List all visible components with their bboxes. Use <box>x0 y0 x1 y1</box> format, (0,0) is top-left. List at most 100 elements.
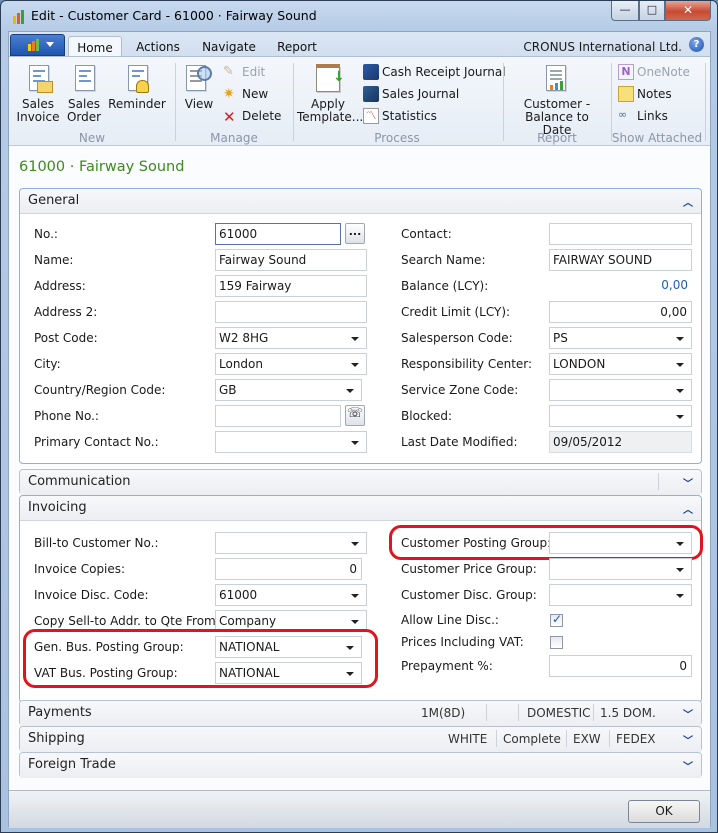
chevron-down-icon[interactable]: ﹀ <box>683 758 693 773</box>
chevron-up-icon[interactable]: ︿ <box>683 194 693 209</box>
ribbon: Sales Invoice Sales Order Reminder New V… <box>9 56 710 146</box>
no-field[interactable]: 61000 <box>215 223 341 245</box>
customer-price-group-field[interactable] <box>549 558 692 580</box>
fasttab-communication[interactable]: Communication ﹀ <box>19 469 702 495</box>
chevron-down-icon[interactable]: ﹀ <box>683 475 693 490</box>
search-name-field[interactable]: FAIRWAY SOUND <box>549 249 692 271</box>
maximize-icon: □ <box>646 3 658 16</box>
country-region-code-field[interactable]: GB <box>215 379 362 401</box>
group-separator <box>611 63 612 141</box>
dropdown-arrow-icon[interactable] <box>676 415 684 419</box>
balance-lcy-value[interactable]: 0,00 <box>549 275 692 297</box>
shipping-summary-agent: FEDEX <box>616 732 656 746</box>
dropdown-arrow-icon[interactable] <box>676 337 684 341</box>
dropdown-arrow-icon[interactable] <box>351 337 359 341</box>
phone-dial-icon[interactable]: ☏ <box>345 405 365 426</box>
notes-button[interactable]: Notes <box>618 85 672 103</box>
blocked-field[interactable] <box>549 405 692 427</box>
new-button[interactable]: ✷ New <box>223 85 268 103</box>
customer-balance-to-date-button[interactable]: Customer - Balance to Date <box>509 63 605 137</box>
group-separator <box>293 63 294 141</box>
group-label-show-attached: Show Attached <box>611 131 703 145</box>
name-field[interactable]: Fairway Sound <box>215 249 367 271</box>
customer-disc-group-field[interactable] <box>549 584 692 606</box>
fasttab-foreign-trade[interactable]: Foreign Trade ﹀ <box>19 752 702 778</box>
maximize-button[interactable]: □ <box>639 1 665 21</box>
sales-invoice-button[interactable]: Sales Invoice <box>15 63 61 124</box>
dropdown-arrow-icon[interactable] <box>676 363 684 367</box>
fasttab-general-header[interactable]: General ︿ <box>20 189 701 214</box>
shipping-summary-advice: Complete <box>503 732 561 746</box>
bill-to-customer-no-field[interactable] <box>215 532 367 554</box>
city-field[interactable]: London <box>215 353 367 375</box>
group-label-report: Report <box>537 131 577 145</box>
group-label-manage: Manage <box>210 131 258 145</box>
statistics-button[interactable]: 〽 Statistics <box>363 107 437 125</box>
tab-navigate[interactable]: Navigate <box>197 36 261 56</box>
payments-summary-terms: 1M(8D) <box>421 706 466 720</box>
cash-receipt-journal-button[interactable]: Cash Receipt Journal <box>363 63 506 81</box>
address-2-field[interactable] <box>215 301 367 323</box>
group-label-process: Process <box>374 131 420 145</box>
address-field[interactable]: 159 Fairway <box>215 275 367 297</box>
allow-line-disc-checkbox[interactable] <box>550 612 563 627</box>
dynamics-logo-icon <box>28 39 39 51</box>
dropdown-arrow-icon[interactable] <box>351 542 359 546</box>
new-document-icon: ✷ <box>223 86 235 102</box>
credit-limit-lcy-field[interactable]: 0,00 <box>549 301 692 323</box>
responsibility-center-field[interactable]: LONDON <box>549 353 692 375</box>
apply-template-button[interactable]: ↓ Apply Template... <box>297 63 363 124</box>
dropdown-arrow-icon[interactable] <box>346 389 354 393</box>
service-zone-code-field[interactable] <box>549 379 692 401</box>
view-button[interactable]: View <box>181 63 217 111</box>
dropdown-arrow-icon[interactable] <box>676 568 684 572</box>
no-assist-button[interactable]: ... <box>345 223 365 244</box>
minimize-button[interactable]: — <box>611 1 639 21</box>
dropdown-arrow-icon[interactable] <box>676 594 684 598</box>
contact-field[interactable] <box>549 223 692 245</box>
phone-no-field[interactable] <box>215 405 341 427</box>
close-icon: ✕ <box>682 3 694 17</box>
dynamics-logo-icon <box>13 10 24 24</box>
fasttab-general: General ︿ No.: 61000 ... Name: Fairway So… <box>19 188 702 464</box>
tab-actions[interactable]: Actions <box>129 36 187 56</box>
dropdown-arrow-icon[interactable] <box>351 441 359 445</box>
reminder-button[interactable]: Reminder <box>108 63 166 111</box>
invoice-copies-field[interactable]: 0 <box>215 558 362 580</box>
chevron-down-icon[interactable]: ﹀ <box>683 732 693 747</box>
help-icon[interactable]: ? <box>689 37 704 52</box>
fasttab-invoicing-header[interactable]: Invoicing ︿ <box>20 496 701 521</box>
notes-icon <box>618 86 634 102</box>
chevron-down-icon[interactable]: ﹀ <box>683 706 693 721</box>
highlight-customer-posting-group <box>389 525 703 560</box>
group-separator <box>503 63 504 141</box>
prices-including-vat-checkbox[interactable] <box>550 636 563 649</box>
sales-order-button[interactable]: Sales Order <box>63 63 105 124</box>
company-name: CRONUS International Ltd. <box>523 40 682 54</box>
delete-button[interactable]: ✕ Delete <box>223 107 281 126</box>
dropdown-arrow-icon[interactable] <box>351 594 359 598</box>
post-code-field[interactable]: W2 8HG <box>215 327 367 349</box>
fasttab-shipping[interactable]: Shipping WHITE Complete EXW FEDEX ﹀ <box>19 726 702 752</box>
prepayment-percent-field[interactable]: 0 <box>549 655 692 677</box>
close-button[interactable]: ✕ <box>665 1 711 21</box>
tab-home[interactable]: Home <box>68 36 122 56</box>
dropdown-arrow-icon[interactable] <box>351 620 359 624</box>
tab-report[interactable]: Report <box>271 36 323 56</box>
fasttab-payments[interactable]: Payments 1M(8D) DOMESTIC 1.5 DOM. ﹀ <box>19 700 702 726</box>
edit-button[interactable]: ✎ Edit <box>223 63 265 81</box>
ok-button[interactable]: OK <box>628 800 700 823</box>
primary-contact-no-field[interactable] <box>215 431 367 453</box>
sales-journal-button[interactable]: Sales Journal <box>363 85 459 103</box>
salesperson-code-field[interactable]: PS <box>549 327 692 349</box>
onenote-icon: N <box>618 64 634 80</box>
dropdown-arrow-icon[interactable] <box>351 363 359 367</box>
onenote-button[interactable]: N OneNote <box>618 63 690 81</box>
dropdown-arrow-icon[interactable] <box>676 389 684 393</box>
cash-receipt-journal-icon <box>363 64 379 80</box>
application-menu-button[interactable] <box>10 34 65 56</box>
invoice-disc-code-field[interactable]: 61000 <box>215 584 367 606</box>
links-button[interactable]: ∞ Links <box>618 107 668 125</box>
pencil-icon: ✎ <box>223 64 234 79</box>
chevron-up-icon[interactable]: ︿ <box>683 501 693 516</box>
